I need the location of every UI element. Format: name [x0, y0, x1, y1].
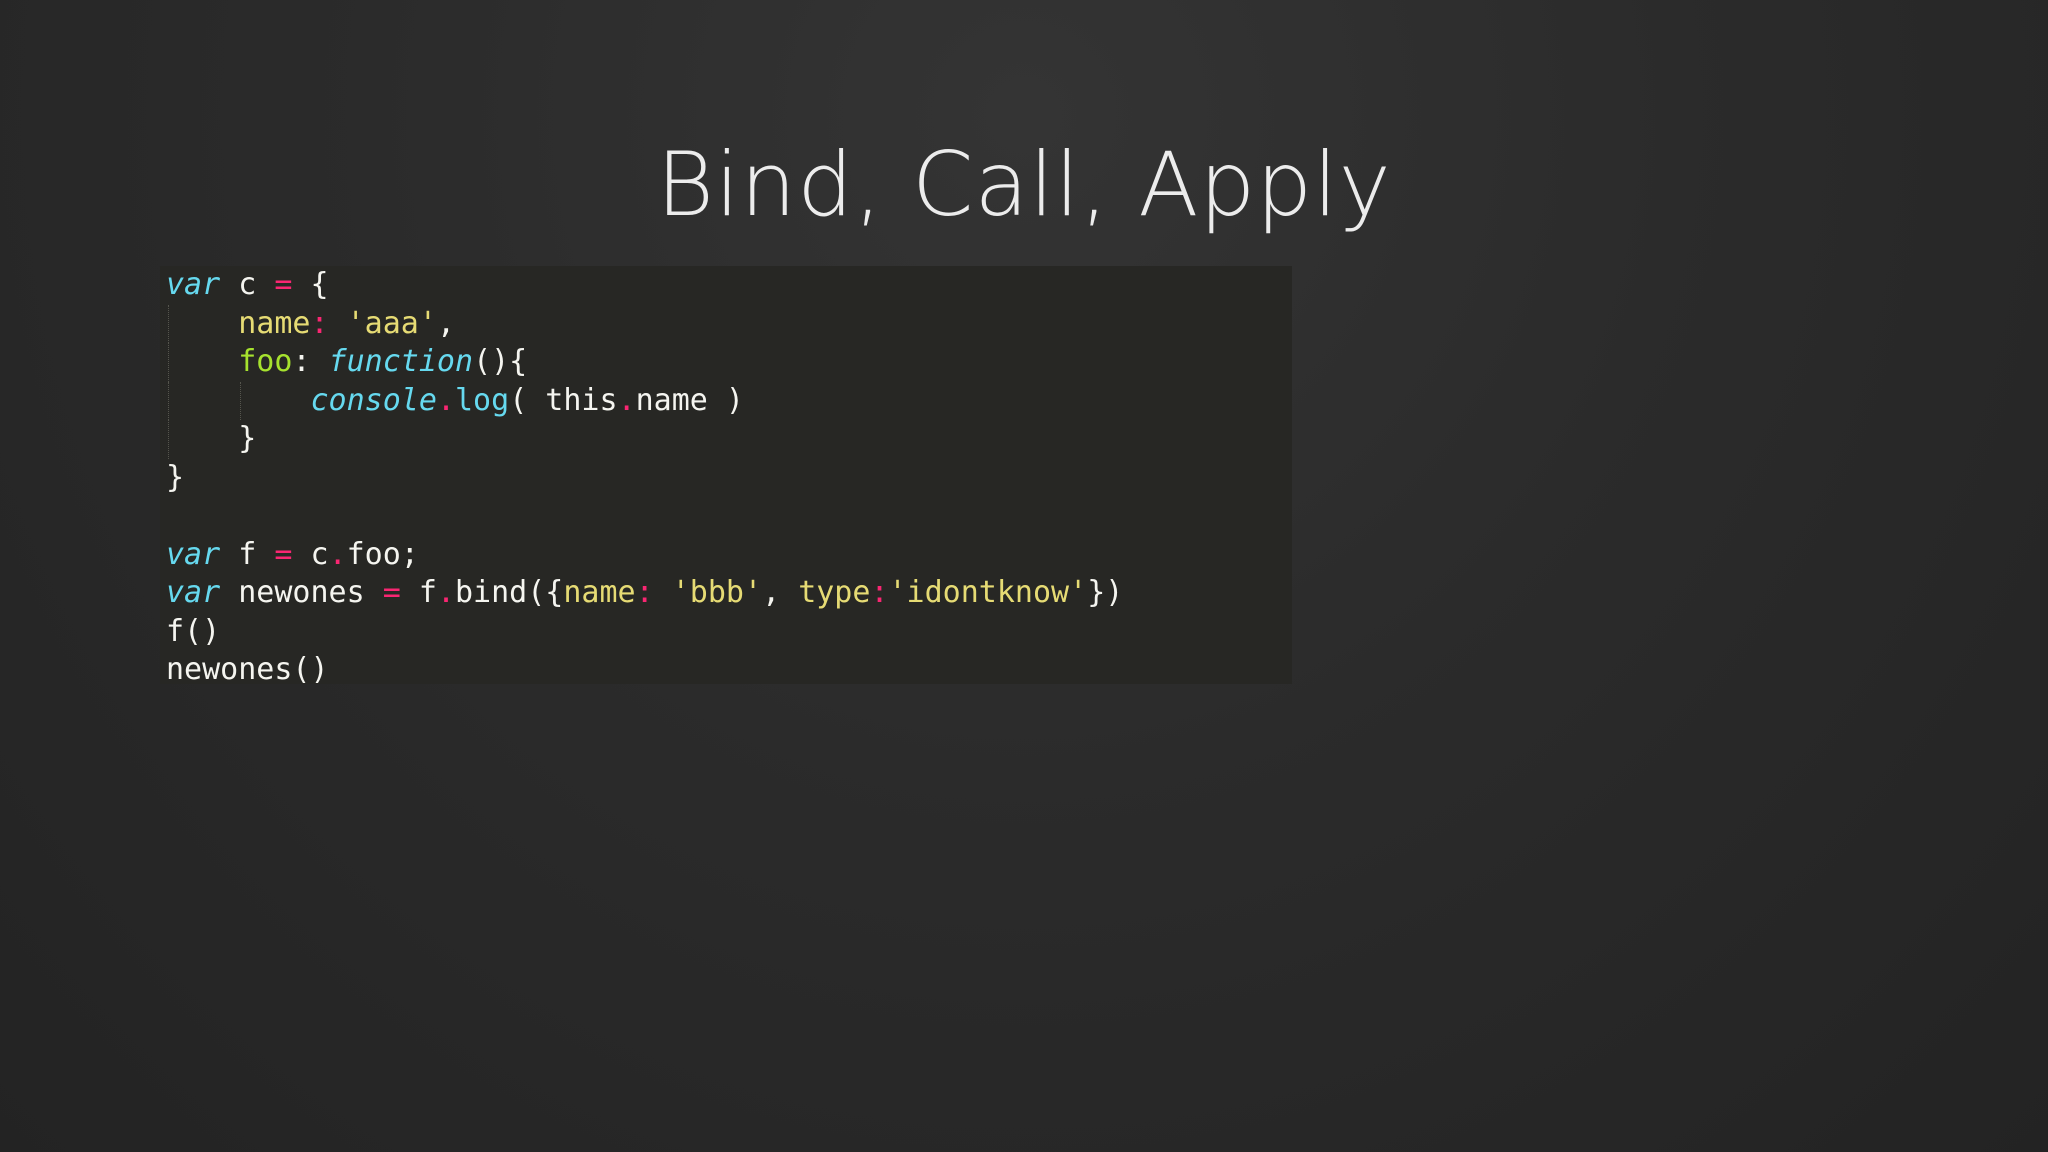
code-line: var f = c.foo; — [166, 536, 1292, 575]
code-line: console.log( this.name ) — [166, 381, 1292, 420]
code-token: name — [238, 305, 311, 341]
code-token: ( this — [509, 382, 618, 418]
code-token: : — [870, 575, 889, 610]
slide-title: Bind, Call, Apply — [656, 133, 1392, 236]
code-token: } — [166, 459, 185, 495]
code-token: (){ — [473, 344, 528, 379]
code-token: foo — [238, 344, 293, 379]
code-token: var — [166, 267, 221, 302]
code-line: newones() — [166, 651, 1292, 690]
code-token: , — [436, 305, 455, 341]
code-token: = — [382, 575, 401, 610]
code-line: foo: function(){ — [166, 343, 1292, 382]
code-token: f — [220, 536, 275, 572]
code-token: { — [292, 267, 329, 302]
code-token: . — [328, 536, 347, 572]
code-token: : — [635, 575, 654, 610]
code-token: newones() — [166, 652, 329, 687]
indent-guide — [168, 381, 169, 420]
code-token: 'aaa' — [346, 305, 437, 341]
code-token: console — [310, 382, 437, 418]
code-token: : — [292, 344, 329, 379]
code-token: . — [617, 382, 636, 418]
code-token: . — [436, 575, 455, 610]
code-token: f() — [166, 613, 221, 649]
code-token: newones — [220, 575, 383, 610]
code-token: 'idontknow' — [888, 575, 1088, 610]
code-token: function — [328, 344, 474, 379]
code-token: name — [563, 575, 636, 610]
code-token: type — [798, 575, 871, 610]
code-line: } — [166, 420, 1292, 459]
indent-guide — [168, 304, 169, 343]
code-line: var newones = f.bind({name: 'bbb', type:… — [166, 574, 1292, 613]
indent-guide — [168, 343, 169, 382]
code-line: var c = { — [166, 266, 1292, 305]
code-line: f() — [166, 613, 1292, 652]
code-token: bind({ — [455, 575, 564, 610]
code-line: } — [166, 459, 1292, 498]
code-token: . — [436, 382, 455, 418]
code-listing: var c = { name: 'aaa', foo: function(){ … — [166, 266, 1292, 690]
code-token: c — [220, 267, 275, 302]
code-token: var — [166, 536, 221, 572]
indent-guide — [240, 381, 242, 420]
code-token: } — [166, 421, 257, 456]
code-token: = — [274, 536, 293, 572]
code-token: var — [166, 575, 221, 610]
code-token: 'bbb' — [671, 575, 763, 610]
code-token: name ) — [635, 382, 744, 418]
code-token: : — [310, 305, 329, 341]
code-line: name: 'aaa', — [166, 304, 1292, 343]
code-block: var c = { name: 'aaa', foo: function(){ … — [160, 266, 1292, 687]
code-token: c — [292, 536, 329, 572]
code-token: }) — [1087, 575, 1124, 610]
code-token: = — [274, 267, 293, 302]
code-token: f — [400, 575, 437, 610]
code-token: foo; — [346, 536, 419, 572]
indent-guide — [168, 420, 169, 459]
code-token: , — [762, 575, 799, 610]
code-token: log — [455, 382, 510, 418]
